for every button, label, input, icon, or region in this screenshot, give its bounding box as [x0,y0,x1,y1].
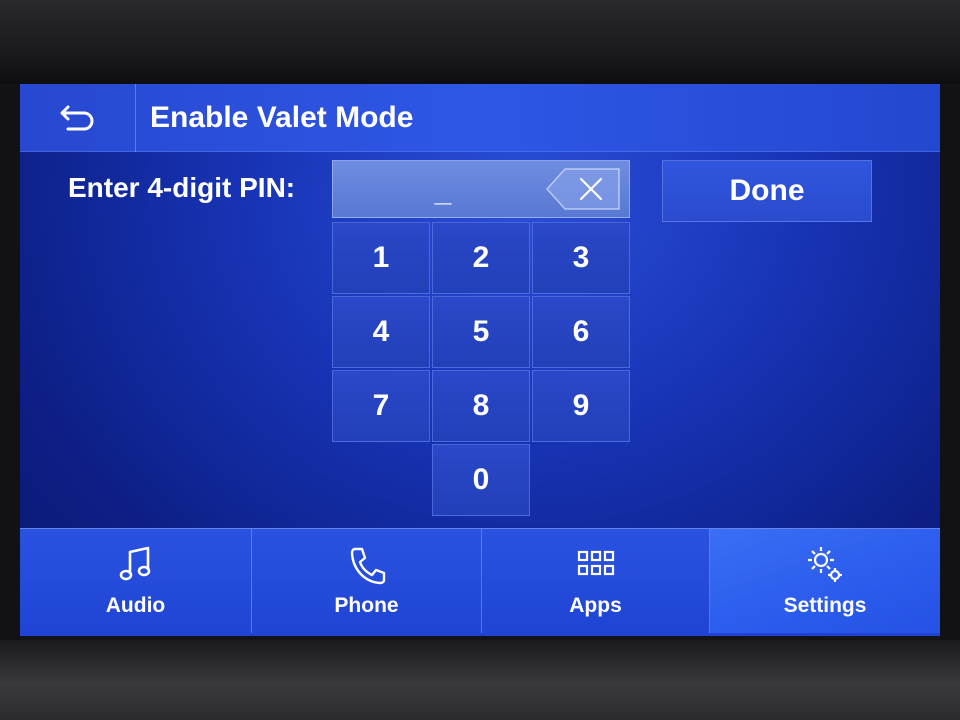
key-1[interactable]: 1 [332,222,430,294]
nav-phone[interactable]: Phone [252,529,482,633]
music-note-icon [119,546,150,581]
bottom-nav-bar: Audio Phone Apps Settings [20,528,940,636]
bezel-top [0,0,960,84]
pin-label: Enter 4-digit PIN: [68,172,296,203]
key-0[interactable]: 0 [432,444,530,516]
nav-phone-label: Phone [334,594,399,617]
pin-input-field[interactable]: _ [332,160,630,218]
key-8[interactable]: 8 [432,370,530,442]
nav-apps[interactable]: Apps [482,529,710,633]
key-3[interactable]: 3 [532,222,630,294]
key-9[interactable]: 9 [532,370,630,442]
nav-settings[interactable]: Settings [710,529,940,633]
numeric-keypad: 1 2 3 4 5 6 7 8 9 0 [332,222,632,522]
key-5[interactable]: 5 [432,296,530,368]
back-arrow-icon [60,105,93,131]
backspace-icon[interactable] [545,167,623,211]
phone-icon [350,547,385,585]
bezel-right [940,84,960,644]
key-4[interactable]: 4 [332,296,430,368]
nav-audio[interactable]: Audio [20,529,252,633]
gear-icon [808,547,842,582]
done-button[interactable]: Done [662,160,872,222]
apps-grid-icon [577,550,614,576]
nav-settings-label: Settings [783,594,867,617]
pin-value: _ [434,175,452,208]
bezel-left [0,84,20,644]
key-6[interactable]: 6 [532,296,630,368]
page-title: Enable Valet Mode [150,101,414,134]
back-button[interactable] [20,84,136,152]
key-7[interactable]: 7 [332,370,430,442]
key-2[interactable]: 2 [432,222,530,294]
bezel-bottom [0,640,960,720]
touch-screen: Enable Valet Mode Enter 4-digit PIN: _ D… [20,84,940,636]
nav-apps-label: Apps [569,594,622,617]
header-bar: Enable Valet Mode [20,84,940,152]
nav-audio-label: Audio [105,594,166,617]
